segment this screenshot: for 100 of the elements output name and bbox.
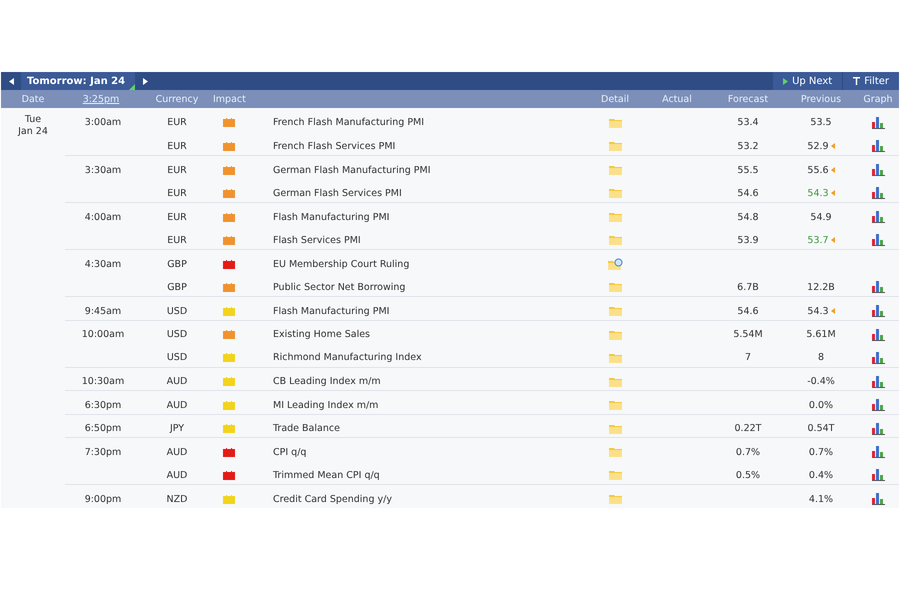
forecast-cell: 0.5%	[736, 470, 760, 481]
time-cell: 10:30am	[82, 376, 124, 388]
bar-chart-icon[interactable]	[872, 352, 884, 364]
previous-cell: 12.2B	[807, 282, 835, 293]
currency-cell: AUD	[166, 470, 188, 481]
weekday-text: Tue	[24, 114, 42, 126]
bar-chart-icon[interactable]	[872, 116, 884, 129]
previous-cell: 0.54T	[808, 423, 834, 434]
currency-cell: USD	[166, 306, 188, 317]
bar-chart-icon[interactable]	[872, 446, 884, 458]
event-name: French Flash Manufacturing PMI	[273, 117, 424, 128]
column-header: Date	[20, 94, 46, 104]
event-name: EU Membership Court Ruling	[273, 258, 410, 270]
bar-chart-icon[interactable]	[872, 187, 884, 200]
time-cell: 10:00am	[82, 329, 124, 340]
currency-cell: EUR	[167, 140, 187, 152]
forecast-cell: 53.9	[737, 234, 759, 246]
forecast-cell: 6.7B	[737, 282, 759, 293]
previous-cell: 53.5	[810, 117, 832, 128]
previous-cell: 0.0%	[808, 400, 834, 411]
bar-chart-icon[interactable]	[872, 140, 884, 152]
currency-cell: EUR	[167, 164, 187, 176]
previous-cell: 54.9	[810, 212, 832, 223]
forecast-cell: 0.22T	[734, 423, 762, 434]
event-name: CPI q/q	[273, 446, 306, 458]
column-header: Impact	[213, 94, 247, 104]
column-header: Detail	[600, 94, 630, 104]
event-name: Trimmed Mean CPI q/q	[273, 470, 380, 481]
event-name: Flash Manufacturing PMI	[273, 306, 390, 317]
currency-cell: GBP	[167, 258, 187, 270]
time-cell: 9:00pm	[84, 494, 122, 505]
previous-cell: -0.4%	[807, 376, 835, 388]
column-header: Graph	[862, 94, 894, 104]
forecast-cell: 54.6	[737, 306, 759, 317]
event-name: Existing Home Sales	[273, 329, 370, 340]
event-name: CB Leading Index m/m	[273, 376, 381, 388]
bar-chart-icon[interactable]	[872, 211, 884, 224]
forecast-cell: 54.6	[737, 188, 759, 199]
forecast-cell: 7	[744, 352, 752, 364]
bar-chart-icon[interactable]	[872, 422, 884, 435]
bar-chart-icon[interactable]	[872, 376, 884, 388]
previous-cell: 0.7%	[808, 446, 834, 458]
event-name: Trade Balance	[273, 423, 340, 434]
previous-cell: 55.6	[807, 164, 829, 176]
column-header: Actual	[661, 94, 693, 104]
filter-button[interactable]: Filter	[843, 72, 899, 90]
currency-cell: AUD	[166, 446, 188, 458]
date-text: Jan 24	[18, 126, 48, 138]
time-cell: 6:50pm	[84, 423, 122, 434]
bar-chart-icon[interactable]	[872, 399, 884, 412]
event-name: Flash Services PMI	[273, 234, 361, 246]
bar-chart-icon[interactable]	[872, 164, 884, 176]
play-icon	[783, 78, 788, 84]
bar-chart-icon[interactable]	[872, 493, 884, 506]
day-tab[interactable]: Tomorrow: Jan 24	[21, 72, 136, 90]
up-next-button[interactable]: Up Next	[773, 72, 842, 90]
previous-cell: 53.7	[807, 234, 829, 246]
currency-cell: USD	[166, 352, 188, 364]
bar-chart-icon[interactable]	[872, 305, 884, 318]
event-name: German Flash Manufacturing PMI	[273, 164, 431, 176]
currency-cell: EUR	[167, 212, 187, 223]
right-arrow-icon	[142, 78, 148, 84]
folder-update-icon[interactable]	[608, 258, 622, 270]
event-name: French Flash Services PMI	[273, 140, 396, 152]
event-name: Public Sector Net Borrowing	[273, 282, 406, 293]
filter-icon	[853, 77, 860, 85]
column-header: Forecast	[726, 94, 770, 104]
time-cell: 9:45am	[84, 306, 122, 317]
forecast-cell: 54.8	[737, 212, 759, 223]
bar-chart-icon[interactable]	[872, 328, 884, 341]
currency-cell: JPY	[170, 423, 184, 434]
column-header: Currency	[154, 94, 200, 104]
bar-chart-icon[interactable]	[872, 234, 884, 246]
currency-cell: AUD	[166, 376, 188, 388]
currency-cell: EUR	[167, 117, 187, 128]
previous-cell: 4.1%	[808, 494, 834, 505]
time-cell: 6:30pm	[84, 400, 122, 411]
currency-cell: EUR	[167, 234, 187, 246]
event-name: German Flash Services PMI	[273, 188, 402, 199]
event-name: MI Leading Index m/m	[273, 400, 378, 411]
currency-cell: EUR	[167, 188, 187, 199]
previous-cell: 0.4%	[808, 470, 834, 481]
forecast-cell: 5.54M	[733, 329, 763, 340]
bar-chart-icon[interactable]	[872, 469, 884, 482]
forecast-cell: 53.4	[737, 117, 759, 128]
previous-cell: 54.3	[807, 188, 829, 199]
currency-cell: USD	[166, 329, 188, 340]
previous-cell: 5.61M	[806, 329, 836, 340]
time-cell: 3:30am	[84, 164, 122, 176]
currency-cell: GBP	[167, 282, 187, 293]
previous-cell: 54.3	[807, 306, 829, 317]
currency-cell: NZD	[166, 494, 188, 505]
currency-cell: AUD	[166, 400, 188, 411]
column-header: Previous	[800, 94, 842, 104]
event-name: Flash Manufacturing PMI	[273, 212, 390, 223]
forecast-cell: 55.5	[737, 164, 759, 176]
previous-cell: 52.9	[807, 140, 829, 152]
bar-chart-icon[interactable]	[872, 281, 884, 294]
left-arrow-icon	[8, 78, 14, 84]
previous-cell: 8	[818, 352, 824, 364]
